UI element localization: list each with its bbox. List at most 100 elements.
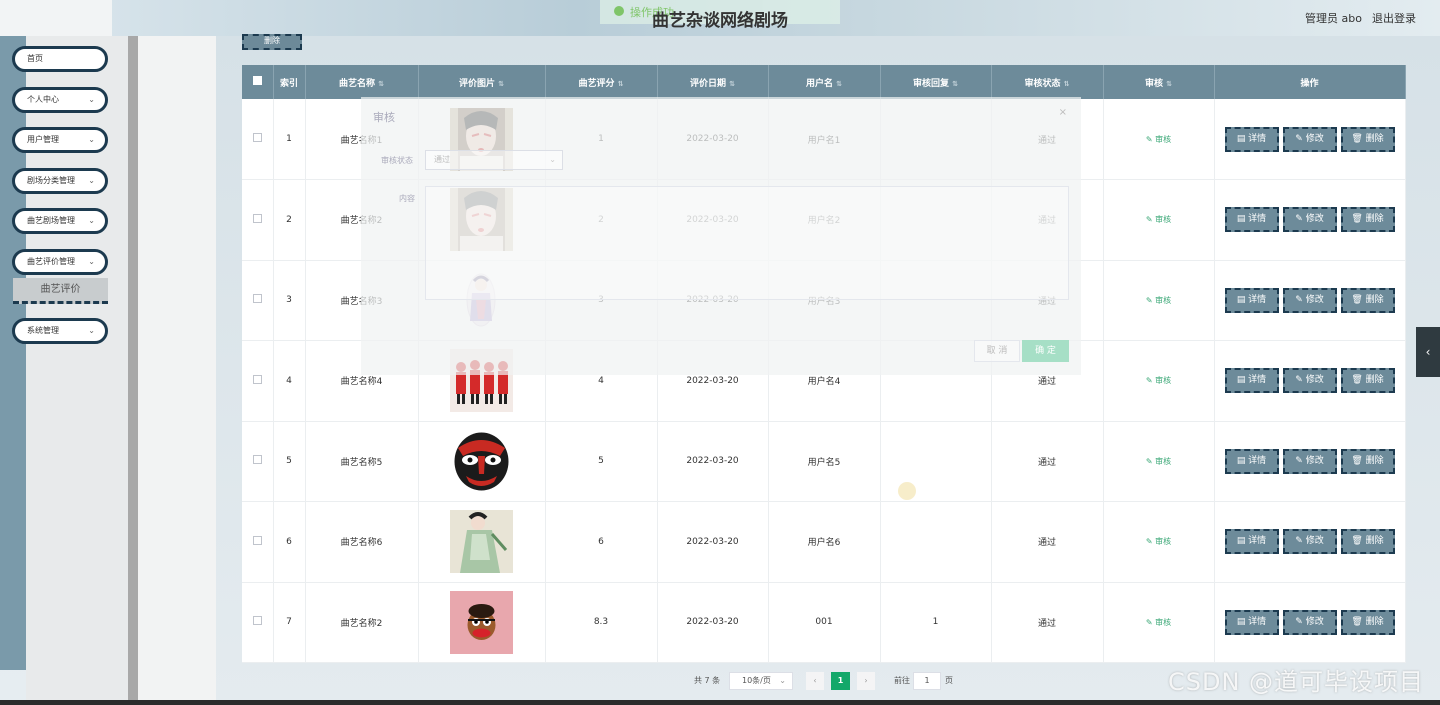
sort-icon[interactable]: ⇅	[1166, 80, 1172, 88]
delete-button[interactable]: 🗑 删除	[1340, 207, 1395, 233]
sort-icon[interactable]: ⇅	[378, 80, 384, 88]
sidebar-item-theater[interactable]: 曲艺剧场管理 ⌄	[12, 208, 108, 234]
audit-link[interactable]: ✎ 审核	[1146, 296, 1171, 305]
logout-link[interactable]: 退出登录	[1372, 10, 1416, 26]
column-header: 索引	[273, 65, 306, 99]
row-checkbox[interactable]	[252, 455, 262, 465]
user-label: 管理员 abo	[1305, 12, 1362, 25]
audit-link[interactable]: ✎ 审核	[1146, 135, 1171, 144]
delete-button[interactable]: 🗑 删除	[1340, 529, 1395, 555]
prev-page-button[interactable]: ‹	[806, 672, 824, 690]
delete-button[interactable]: 🗑 删除	[1340, 609, 1395, 635]
sort-icon[interactable]: ⇅	[1064, 80, 1070, 88]
row-select-cell[interactable]	[242, 582, 274, 663]
cell-index: 2	[273, 179, 306, 260]
sidebar-item-personal[interactable]: 个人中心 ⌄	[12, 87, 108, 113]
row-select-cell[interactable]	[242, 501, 274, 582]
sidebar-item-home[interactable]: 首页	[12, 46, 108, 72]
cell-audit: ✎ 审核	[1103, 340, 1215, 421]
column-header[interactable]: 评价日期 ⇅	[657, 65, 769, 99]
cell-status: 通过	[991, 582, 1104, 663]
cell-status: 通过	[991, 421, 1104, 502]
column-header[interactable]: 曲艺名称 ⇅	[305, 65, 419, 99]
cell-actions: ▤ 详情 ✎ 修改 🗑 删除	[1214, 179, 1406, 260]
edit-button[interactable]: ✎ 修改	[1282, 609, 1337, 635]
chevron-down-icon: ⌄	[88, 257, 95, 266]
row-select-cell[interactable]	[242, 99, 274, 180]
sort-icon[interactable]: ⇅	[618, 80, 624, 88]
edit-button[interactable]: ✎ 修改	[1282, 207, 1337, 233]
detail-button[interactable]: ▤ 详情	[1224, 529, 1279, 555]
column-header[interactable]: 审核状态 ⇅	[991, 65, 1104, 99]
content-textarea[interactable]	[425, 186, 1069, 300]
audit-link[interactable]: ✎ 审核	[1146, 457, 1171, 466]
next-page-button[interactable]: ›	[857, 672, 875, 690]
confirm-button[interactable]: 确 定	[1022, 340, 1069, 362]
row-checkbox[interactable]	[252, 213, 262, 223]
sort-icon[interactable]: ⇅	[729, 80, 735, 88]
detail-button[interactable]: ▤ 详情	[1224, 448, 1279, 474]
sort-icon[interactable]: ⇅	[952, 80, 958, 88]
delete-button[interactable]: 🗑 删除	[1340, 448, 1395, 474]
column-header[interactable]: 审核回复 ⇅	[880, 65, 992, 99]
sidebar-item-theater-category[interactable]: 剧场分类管理 ⌄	[12, 168, 108, 194]
status-select[interactable]: 通过 ⌄	[425, 150, 563, 170]
cell-username: 用户名5	[768, 421, 881, 502]
page-number-current[interactable]: 1	[831, 672, 850, 690]
batch-delete-button[interactable]: 删除	[242, 34, 302, 50]
audit-link[interactable]: ✎ 审核	[1146, 376, 1171, 385]
detail-button[interactable]: ▤ 详情	[1224, 609, 1279, 635]
row-checkbox[interactable]	[252, 133, 262, 142]
sidebar-item-review[interactable]: 曲艺评价管理 ⌄	[12, 249, 108, 275]
row-checkbox[interactable]	[252, 374, 262, 384]
audit-dialog: 审核 × 审核状态 通过 ⌄ 内容 取 消 确 定	[361, 97, 1081, 375]
submenu-item-review[interactable]: 曲艺评价	[13, 278, 108, 304]
delete-button[interactable]: 🗑 删除	[1340, 126, 1395, 152]
audit-link[interactable]: ✎ 审核	[1146, 537, 1171, 546]
row-select-cell[interactable]	[242, 179, 274, 260]
detail-button[interactable]: ▤ 详情	[1224, 207, 1279, 233]
sidebar-item-users[interactable]: 用户管理 ⌄	[12, 127, 108, 153]
edit-button[interactable]: ✎ 修改	[1282, 529, 1337, 555]
row-checkbox[interactable]	[252, 616, 262, 626]
edit-button[interactable]: ✎ 修改	[1282, 287, 1337, 313]
chevron-down-icon: ⌄	[779, 676, 786, 685]
detail-button[interactable]: ▤ 详情	[1224, 368, 1279, 394]
detail-button[interactable]: ▤ 详情	[1224, 126, 1279, 152]
audit-link[interactable]: ✎ 审核	[1146, 215, 1171, 224]
delete-button[interactable]: 🗑 删除	[1340, 287, 1395, 313]
sidebar-scrollbar[interactable]	[128, 36, 138, 705]
cell-score: 8.3	[545, 582, 658, 663]
row-select-cell[interactable]	[242, 340, 274, 421]
column-header-label: 索引	[279, 78, 298, 89]
sidebar-item-system[interactable]: 系统管理 ⌄	[12, 318, 108, 344]
detail-button[interactable]: ▤ 详情	[1224, 287, 1279, 313]
audit-link[interactable]: ✎ 审核	[1146, 618, 1171, 627]
sort-icon[interactable]: ⇅	[836, 80, 842, 88]
row-checkbox[interactable]	[252, 535, 262, 545]
table-row: 5 曲艺名称5 5 2022-03-20 用户名5 通过 ✎ 审核 ▤ 详情 ✎ 修改 🗑 删除	[242, 421, 1406, 502]
status-select-value: 通过	[434, 155, 450, 164]
edit-button[interactable]: ✎ 修改	[1282, 126, 1337, 152]
chevron-down-icon: ⌄	[88, 216, 95, 225]
row-checkbox[interactable]	[252, 294, 262, 304]
select-all-cell[interactable]	[242, 65, 274, 99]
select-all-checkbox[interactable]	[252, 76, 262, 85]
delete-button[interactable]: 🗑 删除	[1340, 368, 1395, 394]
close-icon[interactable]: ×	[1059, 107, 1067, 118]
column-header[interactable]: 审核 ⇅	[1103, 65, 1215, 99]
column-header[interactable]: 用户名 ⇅	[768, 65, 881, 99]
column-header-label: 审核	[1145, 78, 1164, 89]
edit-button[interactable]: ✎ 修改	[1282, 448, 1337, 474]
sort-icon[interactable]: ⇅	[498, 80, 504, 88]
edit-button[interactable]: ✎ 修改	[1282, 368, 1337, 394]
column-header: 操作	[1214, 65, 1406, 99]
collapse-tab[interactable]: ‹	[1416, 327, 1440, 377]
column-header[interactable]: 曲艺评分 ⇅	[545, 65, 658, 99]
goto-page-input[interactable]: 1	[913, 672, 941, 690]
cancel-button[interactable]: 取 消	[974, 340, 1020, 362]
row-select-cell[interactable]	[242, 260, 274, 341]
page-size-select[interactable]: 10条/页 ⌄	[729, 672, 793, 690]
column-header[interactable]: 评价图片 ⇅	[418, 65, 546, 99]
row-select-cell[interactable]	[242, 421, 274, 502]
